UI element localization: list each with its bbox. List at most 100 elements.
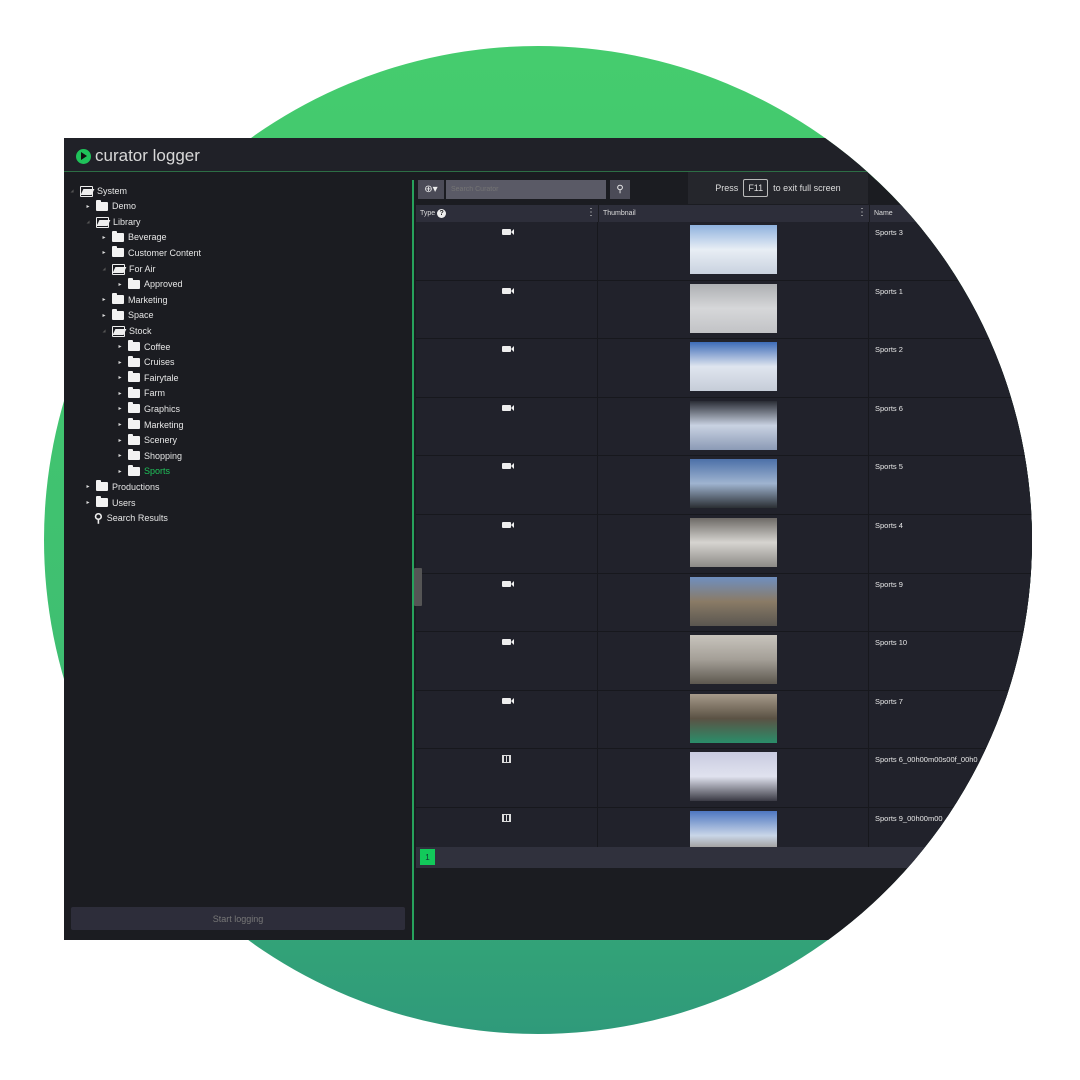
f11-key: F11: [743, 179, 768, 197]
tree-item[interactable]: ▸ Productions: [84, 479, 160, 494]
table-row[interactable]: Sports 9: [416, 574, 1036, 633]
collapse-icon[interactable]: ◢: [68, 188, 76, 193]
column-menu-icon[interactable]: ⋮: [857, 208, 867, 218]
film-clip-icon: [502, 755, 511, 765]
video-camera-icon: [502, 404, 511, 413]
expand-icon[interactable]: ▸: [100, 249, 108, 256]
expand-icon[interactable]: ▸: [116, 390, 124, 397]
tree-item[interactable]: ⚲ Search Results: [94, 511, 168, 526]
expand-icon[interactable]: ▸: [116, 468, 124, 475]
expand-icon[interactable]: ▸: [100, 234, 108, 241]
expand-icon[interactable]: ▸: [100, 312, 108, 319]
thumbnail-image[interactable]: [690, 401, 777, 450]
thumbnail-image[interactable]: [690, 752, 777, 801]
column-separator: [597, 515, 598, 573]
thumbnail-image[interactable]: [690, 284, 777, 333]
expand-icon[interactable]: ▸: [116, 281, 124, 288]
top-bar: curator logger: [64, 138, 1034, 172]
thumbnail-image[interactable]: [690, 577, 777, 626]
expand-icon[interactable]: ▸: [84, 499, 92, 506]
thumbnail-image[interactable]: [690, 225, 777, 274]
tree-item[interactable]: ◢ Stock: [100, 323, 152, 338]
expand-icon[interactable]: ▸: [116, 405, 124, 412]
expand-icon[interactable]: ▸: [116, 359, 124, 366]
expand-icon[interactable]: ▸: [84, 203, 92, 210]
column-name[interactable]: Name: [869, 205, 893, 222]
tree-item[interactable]: ▸ Space: [100, 308, 154, 323]
zoom-dropdown-button[interactable]: ⊕▾: [418, 180, 444, 199]
column-separator: [597, 632, 598, 690]
tree-item[interactable]: ▸ Coffee: [116, 339, 170, 354]
page-1-button[interactable]: 1: [420, 849, 435, 865]
folder-open-icon: [80, 186, 93, 195]
help-icon[interactable]: ?: [437, 209, 446, 218]
expand-icon[interactable]: ▸: [116, 374, 124, 381]
tree-item[interactable]: ◢ System: [68, 183, 127, 198]
tree-item[interactable]: ◢ For Air: [100, 261, 156, 276]
column-separator: [597, 456, 598, 514]
table-row[interactable]: Sports 4: [416, 515, 1036, 574]
thumbnail-image[interactable]: [690, 459, 777, 508]
logo: curator logger: [76, 146, 200, 166]
tree-item[interactable]: ▸ Fairytale: [116, 370, 179, 385]
folder-icon: [112, 311, 124, 320]
expand-icon[interactable]: ▸: [84, 483, 92, 490]
table-row[interactable]: Sports 9_00h00m00: [416, 808, 1036, 847]
expand-icon[interactable]: ▸: [116, 343, 124, 350]
search-button[interactable]: ⚲: [610, 180, 630, 199]
zoom-icon: ⊕▾: [424, 184, 438, 195]
column-menu-icon[interactable]: ⋮: [586, 208, 596, 218]
tree-item[interactable]: ▸ Sports: [116, 464, 170, 479]
tree-item[interactable]: ▸ Cruises: [116, 355, 175, 370]
thumbnail-image[interactable]: [690, 811, 777, 847]
panel-divider[interactable]: [412, 180, 414, 940]
expand-icon[interactable]: ▸: [116, 421, 124, 428]
table-row[interactable]: Sports 1: [416, 281, 1036, 340]
column-thumbnail[interactable]: Thumbnail: [598, 205, 636, 222]
collapse-icon[interactable]: ◢: [84, 219, 92, 224]
table-row[interactable]: Sports 7: [416, 691, 1036, 750]
tree-item-label: Beverage: [128, 232, 167, 243]
thumbnail-image[interactable]: [690, 635, 777, 684]
tree-item[interactable]: ▸ Shopping: [116, 448, 182, 463]
column-type[interactable]: Type ?: [416, 205, 446, 222]
table-row[interactable]: Sports 6: [416, 398, 1036, 457]
expand-icon[interactable]: ▸: [100, 296, 108, 303]
tree-item[interactable]: ▸ Beverage: [100, 230, 167, 245]
thumbnail-image[interactable]: [690, 694, 777, 743]
collapse-icon[interactable]: ◢: [100, 328, 108, 333]
table-row[interactable]: Sports 2: [416, 339, 1036, 398]
start-logging-button[interactable]: Start logging: [71, 907, 405, 930]
folder-icon: [112, 248, 124, 257]
search-input[interactable]: [446, 180, 606, 199]
expand-icon[interactable]: ▸: [116, 437, 124, 444]
column-separator: [868, 515, 869, 573]
expand-icon[interactable]: ▸: [116, 452, 124, 459]
tree-item-label: Productions: [112, 481, 160, 492]
resize-handle[interactable]: [414, 568, 422, 606]
video-camera-icon: [502, 697, 511, 706]
collapse-icon[interactable]: ◢: [100, 266, 108, 271]
tree-item[interactable]: ▸ Users: [84, 495, 136, 510]
table-row[interactable]: Sports 10: [416, 632, 1036, 691]
tree-item-label: Cruises: [144, 357, 175, 368]
film-clip-icon: [502, 814, 511, 824]
tree-item[interactable]: ▸ Scenery: [116, 433, 177, 448]
table-row[interactable]: Sports 5: [416, 456, 1036, 515]
tree-item[interactable]: ▸ Customer Content: [100, 245, 201, 260]
tree-item[interactable]: ▸ Demo: [84, 199, 136, 214]
tree-item[interactable]: ◢ Library: [84, 214, 141, 229]
asset-name: Sports 9: [875, 579, 903, 589]
table-row[interactable]: Sports 3: [416, 222, 1036, 281]
tree-item[interactable]: ▸ Approved: [116, 277, 183, 292]
tree-item[interactable]: ▸ Marketing: [100, 292, 168, 307]
thumbnail-image[interactable]: [690, 518, 777, 567]
tree-item[interactable]: ▸ Graphics: [116, 401, 180, 416]
tree-item[interactable]: ▸ Marketing: [116, 417, 184, 432]
tree-item[interactable]: ▸ Farm: [116, 386, 165, 401]
table-row[interactable]: Sports 6_00h00m00s00f_00h0: [416, 749, 1036, 808]
column-separator: [868, 749, 869, 807]
column-separator: [868, 808, 869, 847]
video-camera-icon: [502, 580, 511, 589]
thumbnail-image[interactable]: [690, 342, 777, 391]
